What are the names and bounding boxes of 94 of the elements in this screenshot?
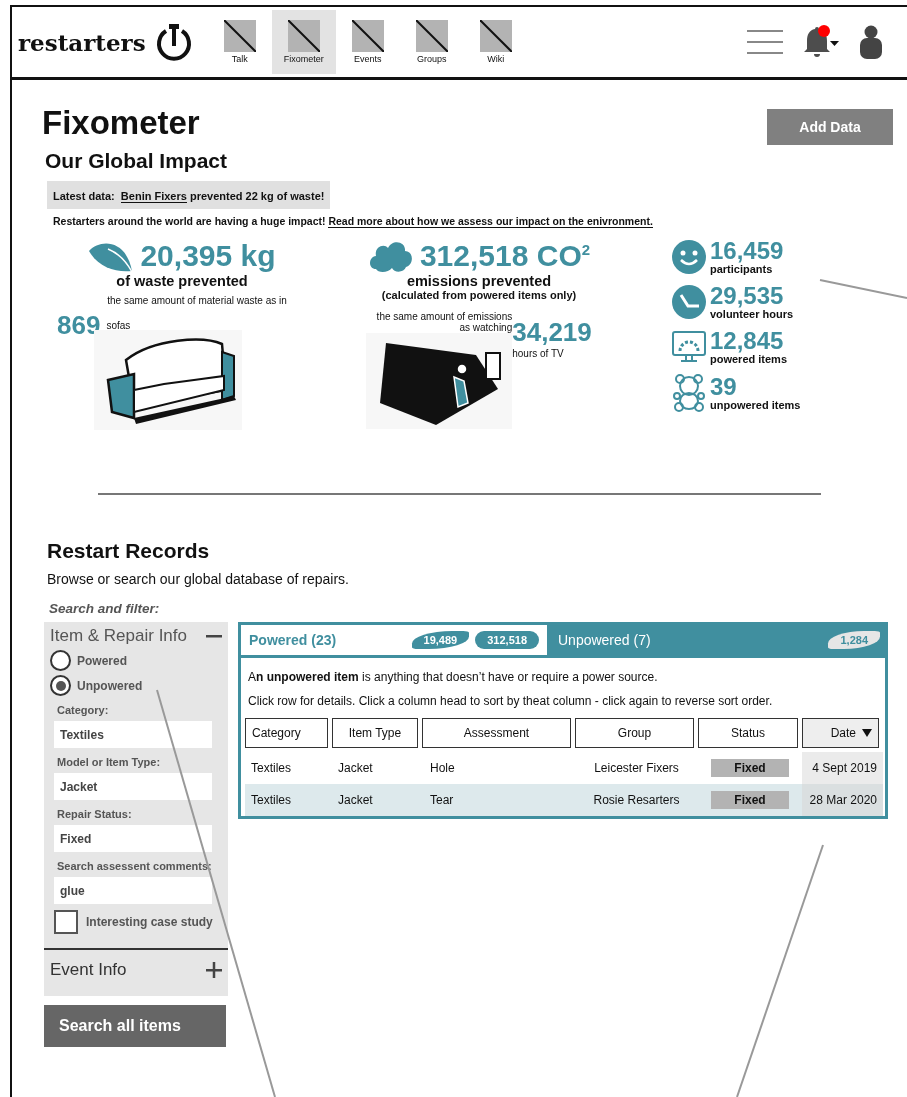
stat-value: 39 bbox=[710, 375, 738, 399]
table-cell: Tear bbox=[422, 784, 575, 816]
image-placeholder-icon bbox=[351, 20, 384, 52]
search-button[interactable]: Search all items bbox=[44, 1005, 226, 1047]
stat-value: 12,845 bbox=[710, 329, 785, 353]
table-cell: 28 Mar 2020 bbox=[802, 784, 883, 816]
expand-icon[interactable] bbox=[206, 962, 222, 978]
nav-item[interactable]: Wiki bbox=[463, 10, 528, 74]
sort-caret-icon bbox=[862, 729, 872, 737]
comparison-text: the same amount of emissions bbox=[376, 311, 513, 322]
waste-label: of waste prevented bbox=[116, 273, 248, 289]
teddy-bear-icon bbox=[672, 374, 706, 412]
tab-label: Powered (23) bbox=[249, 632, 337, 648]
section-heading: Restart Records bbox=[47, 539, 211, 563]
user-icon[interactable] bbox=[859, 25, 883, 59]
definition-text: An unpowered item is anything that doesn’t have or require a power source. bbox=[248, 670, 659, 684]
emissions-value: 312,518 CO$^{2}$ bbox=[419, 239, 591, 273]
cloud-badge: 312,518 bbox=[475, 631, 539, 649]
field-label: Model or Item Type: bbox=[57, 756, 162, 768]
table-cell: 4 Sept 2019 bbox=[802, 752, 883, 784]
group-link[interactable]: Benin Fixers bbox=[120, 190, 187, 203]
field-label: Search assessent comments: bbox=[57, 860, 213, 872]
radio-label: Unpowered bbox=[77, 678, 143, 693]
nav-item[interactable]: Fixometer bbox=[271, 10, 336, 74]
image-placeholder-icon bbox=[479, 20, 512, 52]
clock-icon bbox=[672, 285, 706, 319]
unit-label: hours of TV bbox=[512, 348, 565, 359]
status-badge: Fixed bbox=[711, 791, 789, 809]
input-field[interactable]: glue bbox=[54, 877, 212, 904]
tab[interactable]: Powered (23) 19,489 312,518 bbox=[238, 622, 550, 658]
tab-label: Unpowered (7) bbox=[558, 632, 651, 648]
column-header[interactable]: Group bbox=[575, 718, 694, 748]
leaf-badge: 19,489 bbox=[411, 631, 470, 649]
table-cell-text: Leicester Fixers bbox=[593, 760, 680, 777]
intro-text: Restarters around the world are having a huge impact! Read more about how we assess our impact on the enivronment. bbox=[53, 215, 654, 227]
smiley-icon bbox=[672, 240, 706, 274]
stat-value: 29,535 bbox=[710, 284, 785, 308]
column-header[interactable]: Date bbox=[802, 718, 879, 748]
sofa-count: 869 bbox=[57, 310, 101, 341]
stat-label: participants bbox=[710, 263, 774, 275]
unit-label: sofas bbox=[106, 320, 131, 331]
help-text: Click row for details. Click a column head to sort by theat column - click again to reverse sort order. bbox=[248, 694, 774, 708]
input-field[interactable]: Fixed bbox=[54, 825, 212, 852]
filter-heading: Search and filter: bbox=[49, 601, 161, 616]
radio-button[interactable] bbox=[50, 675, 71, 696]
stat-value: 16,459 bbox=[710, 239, 784, 263]
field-label: Repair Status: bbox=[57, 808, 133, 820]
description-text: Browse or search our global database of repairs. bbox=[47, 571, 350, 587]
column-header[interactable]: Category bbox=[245, 718, 328, 748]
column-header[interactable]: Status bbox=[698, 718, 798, 748]
tv-hours-count: 34,219 bbox=[512, 317, 592, 348]
monitor-gear-icon bbox=[672, 330, 706, 364]
cloud-icon bbox=[367, 239, 414, 273]
radio-label: Powered bbox=[77, 653, 127, 668]
table-cell-text: Jacket bbox=[337, 760, 374, 777]
filter-section-title[interactable]: Event Info bbox=[50, 960, 127, 980]
read-more-link[interactable]: Read more about how we assess our impact on the enivronment. bbox=[328, 215, 653, 228]
filter-section-title[interactable]: Item & Repair Info bbox=[50, 626, 187, 646]
checkbox[interactable] bbox=[54, 910, 78, 934]
nav-item[interactable]: Talk bbox=[207, 10, 272, 74]
page-title: Fixometer bbox=[42, 104, 200, 142]
table-cell-text: Textiles bbox=[250, 760, 292, 777]
checkbox-label: Interesting case study bbox=[86, 915, 213, 929]
input-field[interactable]: Jacket bbox=[54, 773, 212, 800]
latest-data-text: Latest data: Benin Fixers prevented 22 kg of waste! bbox=[53, 190, 325, 203]
waste-value: 20,395 kg bbox=[140, 239, 276, 273]
comparison-text: as watching bbox=[459, 322, 513, 333]
field-label: Category: bbox=[57, 704, 110, 716]
logo-text: restarters bbox=[18, 28, 146, 56]
leaf-badge: 1,284 bbox=[828, 631, 880, 649]
column-header[interactable]: Assessment bbox=[422, 718, 571, 748]
table-cell: Rosie Resarters bbox=[575, 784, 698, 816]
comparison-text: the same amount of material waste as in bbox=[107, 295, 287, 306]
column-header[interactable]: Item Type bbox=[332, 718, 418, 748]
emissions-note: (calculated from powered items only) bbox=[381, 289, 577, 301]
stat-label: volunteer hours bbox=[710, 308, 794, 320]
status-badge: Fixed bbox=[711, 759, 789, 777]
input-field[interactable]: Textiles bbox=[54, 721, 212, 748]
nav-item[interactable]: Events bbox=[335, 10, 400, 74]
stat-label: powered items bbox=[710, 353, 788, 365]
stat-label: unpowered items bbox=[710, 399, 801, 411]
table-cell: Jacket bbox=[332, 784, 422, 816]
image-placeholder-icon bbox=[287, 20, 320, 52]
emissions-label: emissions prevented bbox=[406, 273, 552, 289]
image-placeholder-icon bbox=[415, 20, 448, 52]
image-placeholder-icon bbox=[223, 20, 256, 52]
nav-item[interactable]: Groups bbox=[399, 10, 464, 74]
radio-button[interactable] bbox=[50, 650, 71, 671]
table-cell: Textiles bbox=[245, 784, 332, 816]
table-cell-text: Hole bbox=[429, 760, 456, 777]
add-data-button[interactable]: Add Data bbox=[767, 109, 893, 145]
tab[interactable]: Unpowered (7) 1,284 bbox=[550, 622, 888, 658]
section-heading: Our Global Impact bbox=[45, 149, 229, 173]
menu-icon[interactable] bbox=[747, 29, 783, 55]
